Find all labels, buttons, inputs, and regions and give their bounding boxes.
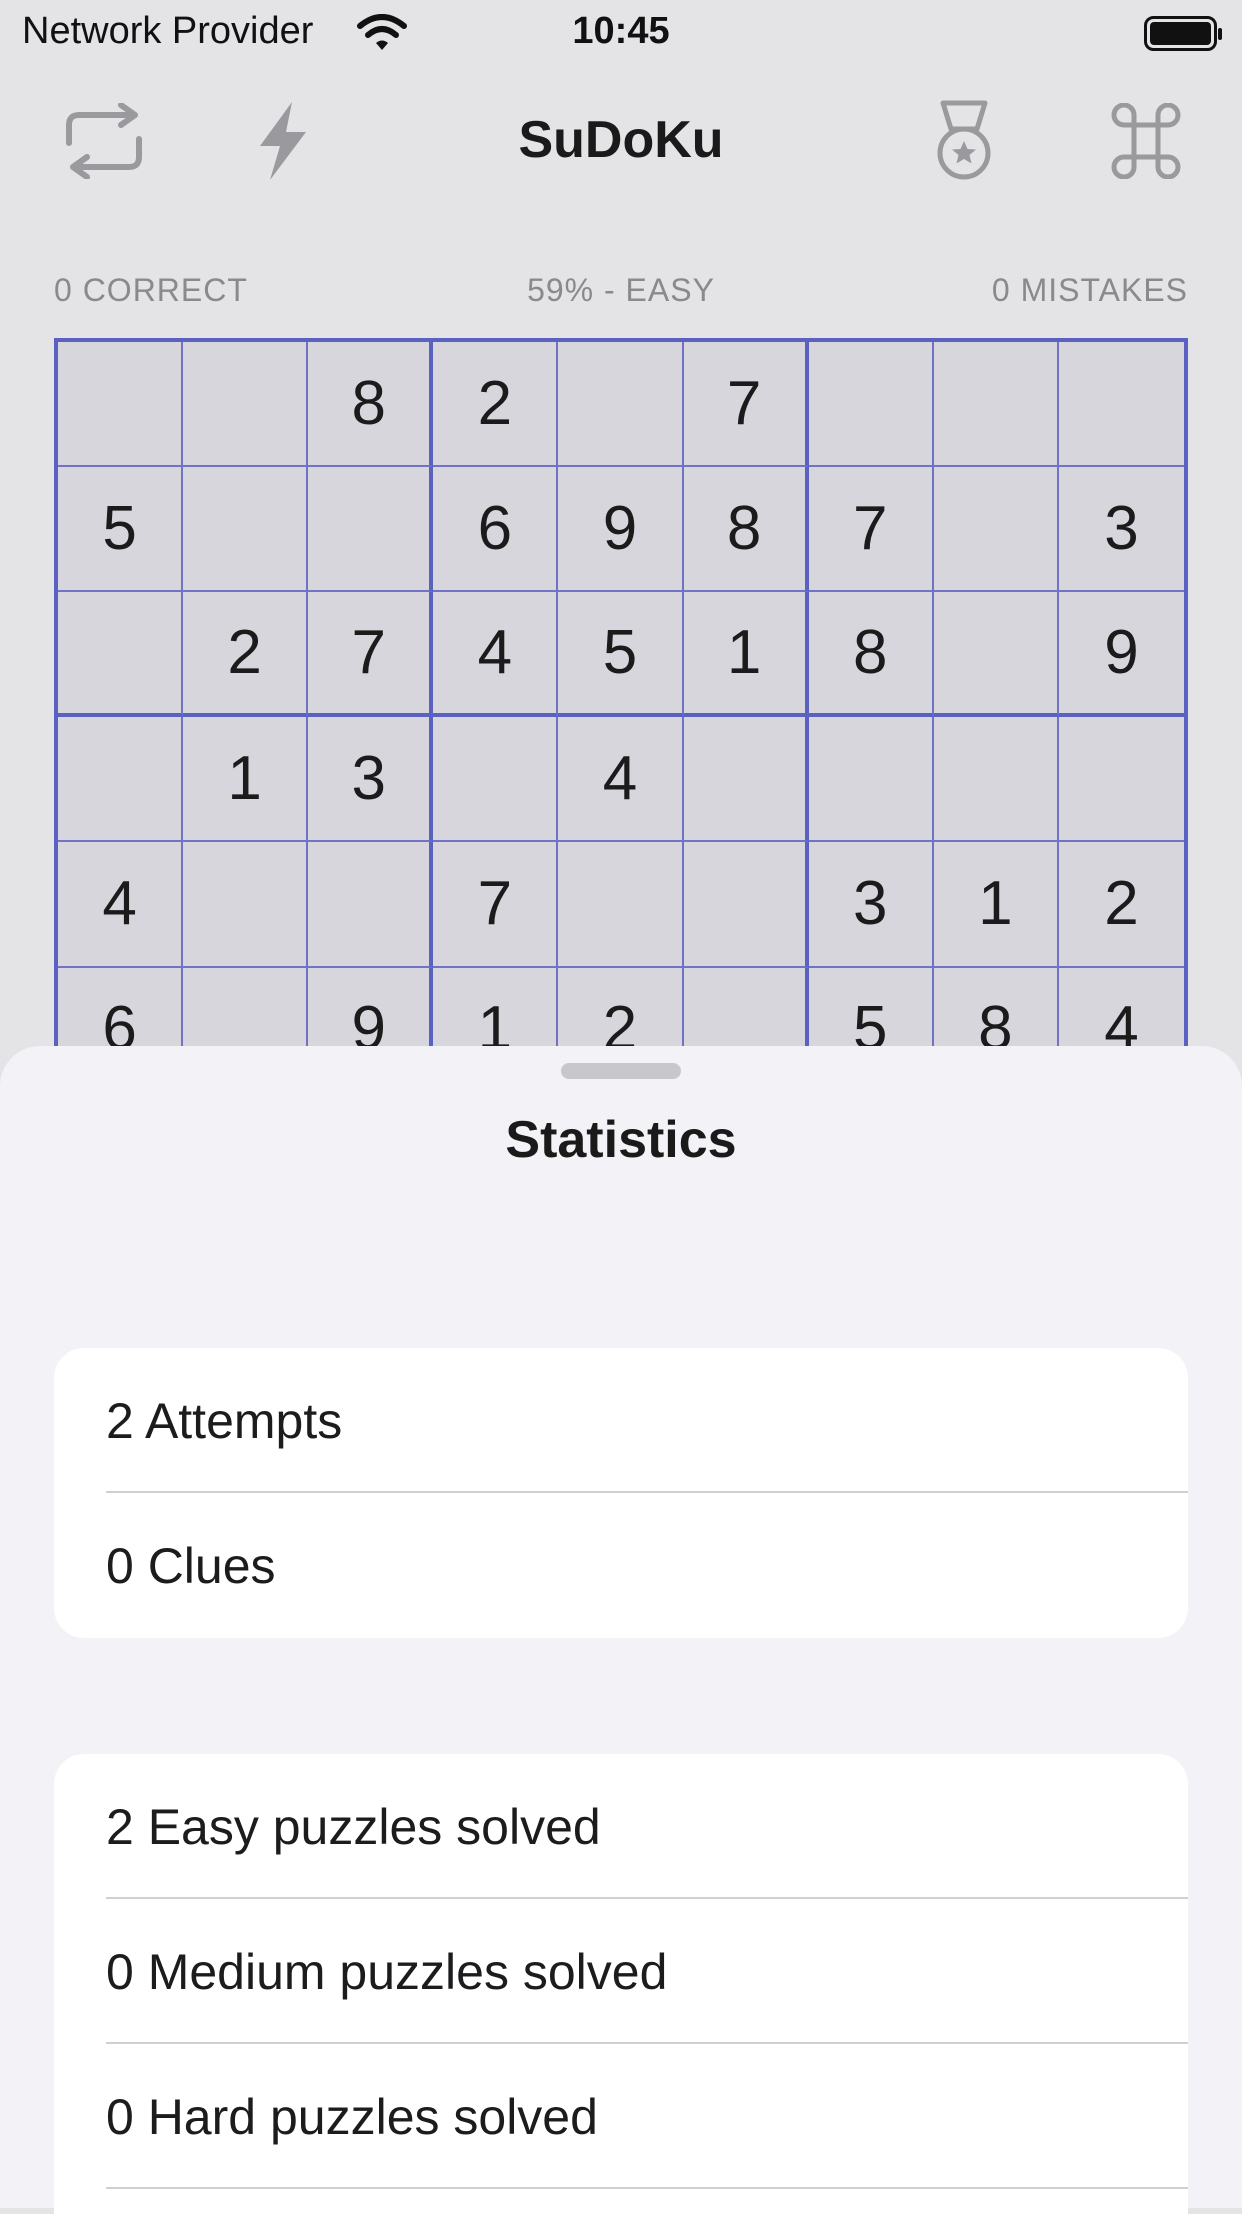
stats-group-solved: 2 Easy puzzles solved 0 Medium puzzles s… <box>54 1754 1188 2214</box>
sudoku-cell-r4c6[interactable] <box>683 717 809 843</box>
sudoku-cell-r1c4[interactable]: 2 <box>433 342 559 468</box>
sudoku-cell-r1c7[interactable] <box>808 342 934 468</box>
app-title: SuDoKu <box>518 111 724 169</box>
list-item: 0 Clues <box>54 1493 1188 1638</box>
sudoku-cell-r3c7[interactable]: 8 <box>808 592 934 718</box>
sudoku-cell-r2c1[interactable]: 5 <box>58 467 184 593</box>
mistakes-count: 0 MISTAKES <box>991 272 1188 308</box>
stats-group-general: 2 Attempts 0 Clues <box>54 1348 1188 1638</box>
sudoku-cell-r1c8[interactable] <box>933 342 1059 468</box>
sudoku-cell-r4c2[interactable]: 1 <box>183 717 309 843</box>
sudoku-cell-r4c5[interactable]: 4 <box>558 717 684 843</box>
medal-icon[interactable] <box>914 96 1014 186</box>
status-bar: Network Provider 10:45 <box>0 0 1242 66</box>
hard-solved-stat: 0 Hard puzzles solved <box>106 2088 598 2145</box>
list-item: 2 Easy puzzles solved <box>54 1754 1188 1899</box>
sudoku-cell-r2c2[interactable] <box>183 467 309 593</box>
clues-stat: 0 Clues <box>106 1537 276 1594</box>
sudoku-cell-r5c5[interactable] <box>558 842 684 968</box>
sudoku-cell-r4c8[interactable] <box>933 717 1059 843</box>
sudoku-cell-r1c9[interactable] <box>1058 342 1184 468</box>
sudoku-cell-r1c3[interactable]: 8 <box>308 342 434 468</box>
divider <box>106 2187 1188 2189</box>
sudoku-cell-r5c9[interactable]: 2 <box>1058 842 1184 968</box>
sudoku-cell-r5c4[interactable]: 7 <box>433 842 559 968</box>
sudoku-cell-r5c2[interactable] <box>183 842 309 968</box>
attempts-stat: 2 Attempts <box>106 1392 343 1449</box>
sudoku-cell-r4c1[interactable] <box>58 717 184 843</box>
toolbar: SuDoKu <box>0 80 1242 200</box>
sudoku-cell-r5c7[interactable]: 3 <box>808 842 934 968</box>
sudoku-cell-r2c3[interactable] <box>308 467 434 593</box>
statistics-sheet: Statistics 2 Attempts 0 Clues 2 Easy puz… <box>0 1046 1242 2214</box>
sudoku-cell-r2c6[interactable]: 8 <box>683 467 809 593</box>
sudoku-cell-r4c3[interactable]: 3 <box>308 717 434 843</box>
sudoku-cell-r4c7[interactable] <box>808 717 934 843</box>
easy-solved-stat: 2 Easy puzzles solved <box>106 1798 601 1855</box>
sudoku-cell-r3c6[interactable]: 1 <box>683 592 809 718</box>
command-icon[interactable] <box>1096 96 1196 186</box>
clock: 10:45 <box>572 10 670 52</box>
sudoku-cell-r5c8[interactable]: 1 <box>933 842 1059 968</box>
sheet-title: Statistics <box>505 1111 737 1169</box>
sudoku-cell-r3c9[interactable]: 9 <box>1058 592 1184 718</box>
sudoku-cell-r5c6[interactable] <box>683 842 809 968</box>
sudoku-cell-r1c5[interactable] <box>558 342 684 468</box>
sudoku-cell-r1c6[interactable]: 7 <box>683 342 809 468</box>
game-info-row: 0 CORRECT 59% - EASY 0 MISTAKES <box>54 272 1188 312</box>
battery-icon <box>1144 16 1224 57</box>
sudoku-cell-r3c1[interactable] <box>58 592 184 718</box>
sudoku-cell-r2c9[interactable]: 3 <box>1058 467 1184 593</box>
sudoku-cell-r4c4[interactable] <box>433 717 559 843</box>
sudoku-cell-r2c5[interactable]: 9 <box>558 467 684 593</box>
sudoku-cell-r2c8[interactable] <box>933 467 1059 593</box>
sudoku-cell-r4c9[interactable] <box>1058 717 1184 843</box>
medium-solved-stat: 0 Medium puzzles solved <box>106 1943 668 2000</box>
sudoku-cell-r1c1[interactable] <box>58 342 184 468</box>
sudoku-cell-r1c2[interactable] <box>183 342 309 468</box>
sudoku-cell-r3c4[interactable]: 4 <box>433 592 559 718</box>
list-item: 2 Attempts <box>54 1348 1188 1493</box>
sudoku-cell-r5c3[interactable] <box>308 842 434 968</box>
list-item: 0 Medium puzzles solved <box>54 1899 1188 2044</box>
sheet-grabber[interactable] <box>561 1063 681 1079</box>
sudoku-cell-r3c2[interactable]: 2 <box>183 592 309 718</box>
sudoku-cell-r2c7[interactable]: 7 <box>808 467 934 593</box>
sudoku-cell-r3c8[interactable] <box>933 592 1059 718</box>
sudoku-cell-r2c4[interactable]: 6 <box>433 467 559 593</box>
sudoku-cell-r3c5[interactable]: 5 <box>558 592 684 718</box>
sudoku-cell-r5c1[interactable]: 4 <box>58 842 184 968</box>
sudoku-cell-r3c3[interactable]: 7 <box>308 592 434 718</box>
list-item: 0 Hard puzzles solved <box>54 2044 1188 2189</box>
